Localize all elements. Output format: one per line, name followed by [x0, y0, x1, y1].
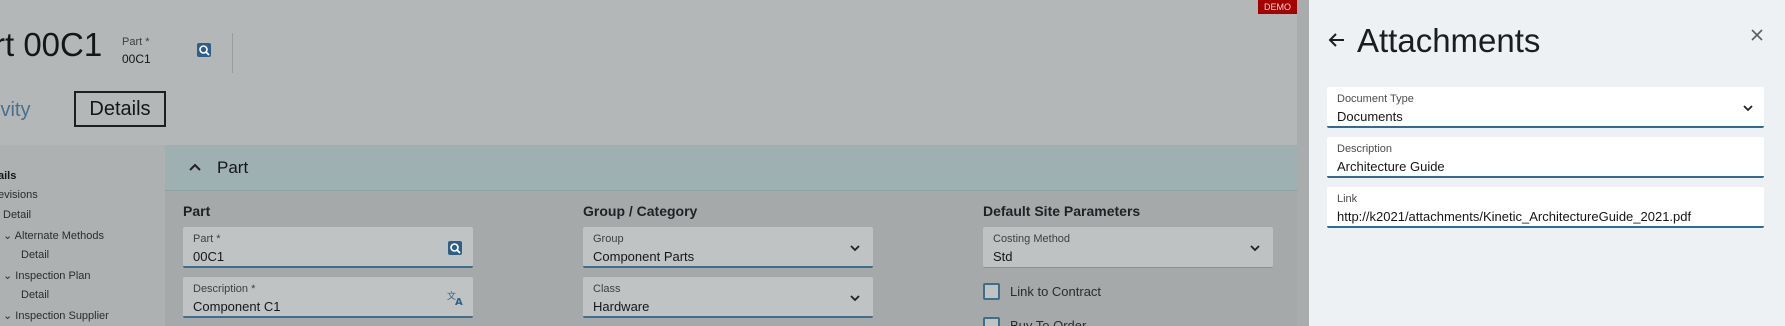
field-value: 00C1 — [193, 249, 225, 264]
search-icon[interactable] — [447, 240, 463, 256]
translate-icon[interactable]: 文A — [447, 290, 463, 308]
arrow-left-icon[interactable] — [1327, 30, 1347, 50]
tree-item-label: Inspection Plan — [15, 270, 91, 282]
header-part-value: 00C1 — [122, 52, 151, 66]
field-label: Costing Method — [993, 233, 1071, 245]
column-title-group: Group / Category — [583, 203, 698, 219]
close-icon[interactable] — [1750, 28, 1764, 42]
section-header-part[interactable]: Part — [165, 145, 1297, 191]
chevron-down-icon: ⌄ — [3, 270, 16, 282]
page-title: rt 00C1 — [0, 26, 103, 63]
field-label: Part * — [193, 233, 221, 245]
tree-item-inspection-plan[interactable]: ⌄ Inspection Plan — [3, 269, 91, 282]
buy-to-order-label: Buy To Order — [1010, 318, 1087, 326]
page-header: rt 00C1 Part * 00C1 ivity Details — [0, 0, 1297, 145]
field-value: Component C1 — [193, 299, 281, 314]
tree-item-revisions[interactable]: evisions — [0, 189, 38, 201]
header-part-label: Part * — [122, 36, 150, 48]
svg-text:A: A — [455, 297, 463, 306]
field-value: Std — [993, 249, 1013, 264]
field-label: Document Type — [1337, 93, 1414, 105]
header-part-field: Part * 00C1 — [122, 36, 151, 66]
field-label: Class — [593, 283, 621, 295]
section-title: Part — [217, 158, 249, 177]
search-icon[interactable] — [196, 42, 212, 58]
tree-item-alternate-methods[interactable]: ⌄ Alternate Methods — [3, 229, 104, 242]
link-to-contract-checkbox[interactable] — [983, 283, 1000, 300]
field-label: Description * — [193, 283, 256, 295]
field-value: Documents — [1337, 109, 1403, 124]
header-divider — [232, 33, 233, 73]
field-value: Architecture Guide — [1337, 159, 1445, 174]
description-input[interactable]: Description Architecture Guide — [1327, 137, 1764, 178]
field-value: Component Parts — [593, 249, 695, 264]
link-input[interactable]: Link http://k2021/attachments/Kinetic_Ar… — [1327, 187, 1764, 228]
field-value: Hardware — [593, 299, 650, 314]
tab-activity[interactable]: ivity — [0, 99, 30, 122]
tree-item-label: Inspection Supplier — [15, 310, 109, 322]
description-field[interactable]: Description * Component C1 文A — [183, 277, 473, 318]
chevron-down-icon[interactable] — [847, 240, 863, 256]
navigation-tree: ails evisions Detail ⌄ Alternate Methods… — [0, 145, 165, 326]
chevron-down-icon[interactable] — [1247, 240, 1263, 256]
field-label: Description — [1337, 143, 1393, 155]
tree-item-plan-detail[interactable]: Detail — [21, 289, 49, 301]
field-label: Group — [593, 233, 624, 245]
link-to-contract-label: Link to Contract — [1010, 284, 1102, 299]
tree-item-label: Alternate Methods — [14, 230, 104, 242]
column-title-part: Part — [183, 203, 211, 219]
field-value: http://k2021/attachments/Kinetic_Archite… — [1337, 209, 1692, 224]
field-label: Link — [1337, 193, 1358, 205]
panel-title: Attachments — [1357, 22, 1541, 59]
tab-details[interactable]: Details — [74, 91, 166, 127]
part-field[interactable]: Part * 00C1 — [183, 227, 473, 268]
chevron-up-icon[interactable] — [187, 159, 203, 175]
costing-method-select[interactable]: Costing Method Std — [983, 227, 1273, 268]
chevron-down-icon[interactable] — [847, 290, 863, 306]
buy-to-order-checkbox[interactable] — [983, 317, 1000, 326]
demo-badge: DEMO — [1258, 0, 1297, 14]
document-type-select[interactable]: Document Type Documents — [1327, 87, 1764, 128]
tree-item-details[interactable]: ails — [0, 170, 16, 182]
chevron-down-icon[interactable] — [1740, 100, 1756, 116]
tree-item-detail[interactable]: Detail — [3, 209, 31, 221]
tree-item-inspection-supplier[interactable]: ⌄ Inspection Supplier — [3, 309, 109, 322]
chevron-down-icon: ⌄ — [3, 310, 16, 322]
tree-item-alt-detail[interactable]: Detail — [21, 249, 49, 261]
column-title-site: Default Site Parameters — [983, 203, 1141, 219]
class-select[interactable]: Class Hardware — [583, 277, 873, 318]
attachments-panel: Attachments Document Type Documents Desc… — [1309, 0, 1785, 326]
chevron-down-icon: ⌄ — [3, 230, 15, 242]
main-content: Part Part Part * 00C1 Description * Comp… — [165, 145, 1297, 326]
background-app: rt 00C1 Part * 00C1 ivity Details DEMO a… — [0, 0, 1297, 326]
group-select[interactable]: Group Component Parts — [583, 227, 873, 268]
